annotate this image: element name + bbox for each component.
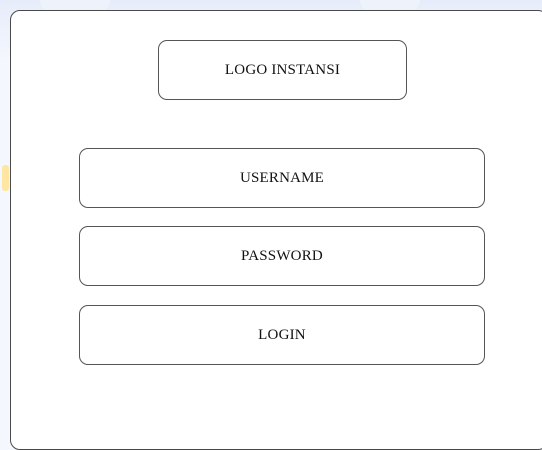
background-accent xyxy=(2,165,9,191)
username-field[interactable]: USERNAME xyxy=(79,148,485,208)
logo-label: LOGO INSTANSI xyxy=(224,61,341,78)
password-field[interactable]: PASSWORD xyxy=(79,226,485,286)
login-button[interactable]: LOGIN xyxy=(79,305,485,365)
login-button-label: LOGIN xyxy=(258,326,306,343)
institution-logo-placeholder: LOGO INSTANSI xyxy=(158,40,407,100)
password-label: PASSWORD xyxy=(241,247,323,264)
username-label: USERNAME xyxy=(239,169,325,186)
